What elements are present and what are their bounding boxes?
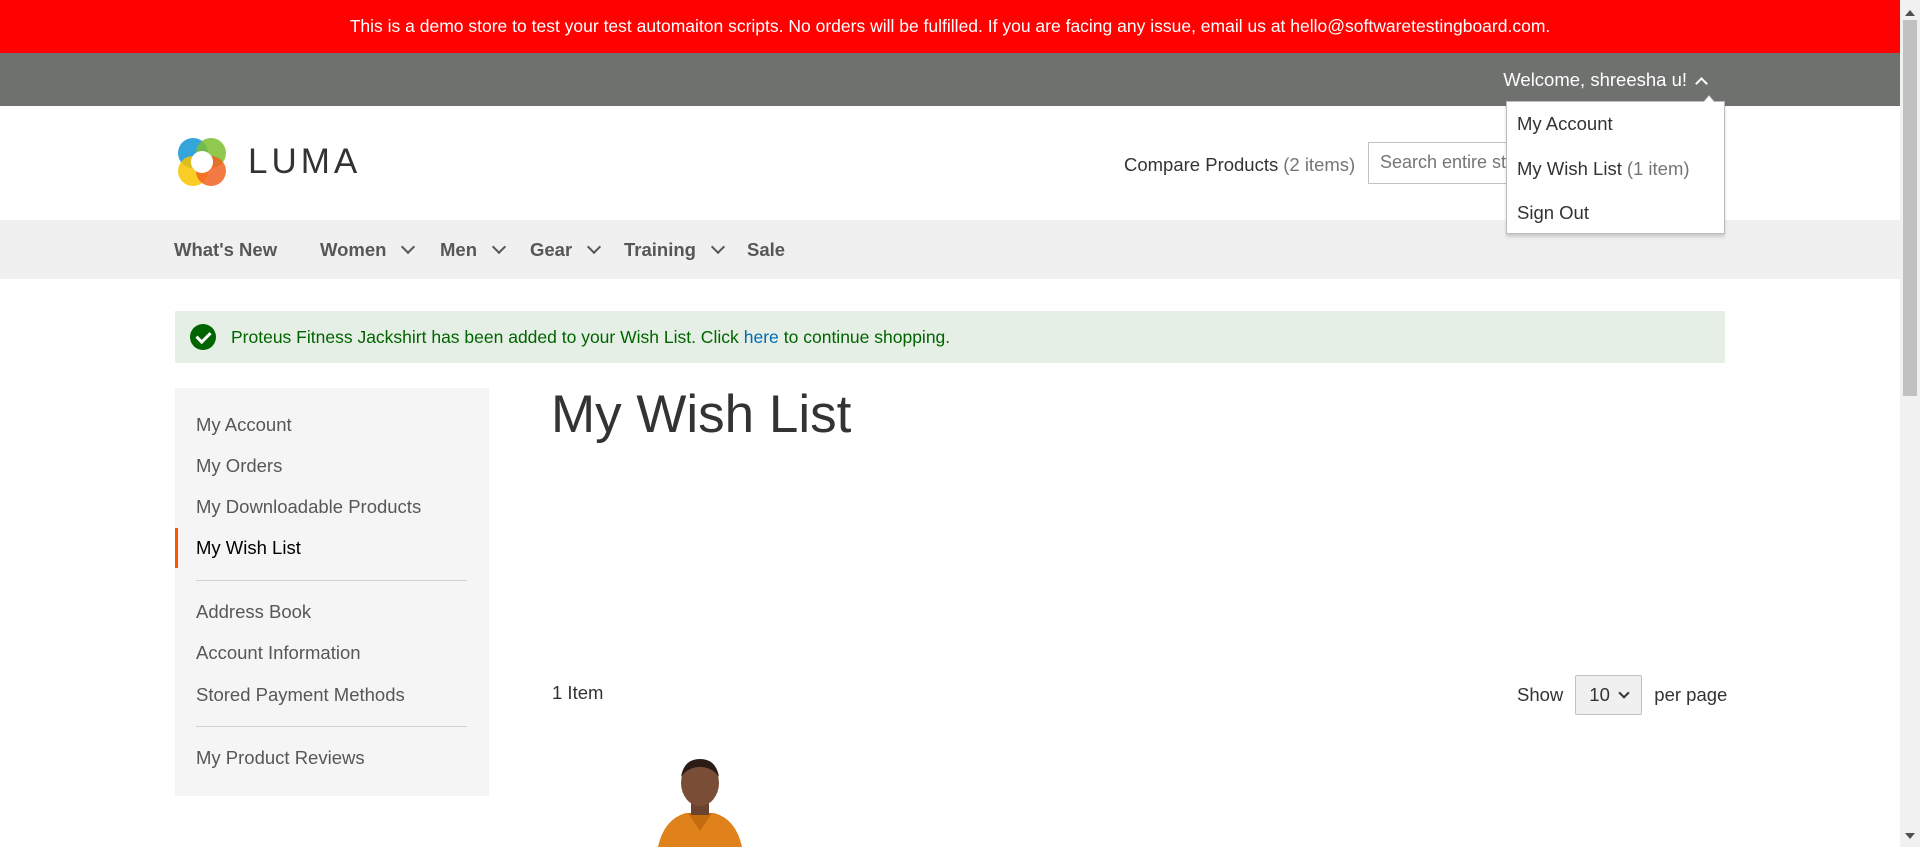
limiter-show-label: Show <box>1517 684 1564 705</box>
sidebar-item-label: My Downloadable Products <box>196 496 422 517</box>
chevron-down-icon <box>710 239 726 255</box>
nav-label: Sale <box>747 238 786 260</box>
message-text-end: to continue shopping. <box>783 326 951 347</box>
toolbar-item-count: 1 Item <box>552 682 604 703</box>
nav-men[interactable]: Men <box>440 220 507 279</box>
sidebar-item-account-information[interactable]: Account Information <box>175 633 489 673</box>
nav-label: Women <box>320 238 387 260</box>
scrollbar-thumb[interactable] <box>1903 20 1917 396</box>
nav-training[interactable]: Training <box>624 220 726 279</box>
sidebar-item-my-account[interactable]: My Account <box>175 405 489 445</box>
nav-label: What's New <box>174 238 278 260</box>
sidebar-item-label: Account Information <box>196 642 361 663</box>
continue-shopping-link[interactable]: here <box>744 327 779 348</box>
vertical-scrollbar[interactable] <box>1900 0 1920 847</box>
dropdown-my-wish-list[interactable]: My Wish List (1 item) <box>1507 147 1724 192</box>
chevron-down-icon <box>491 239 507 255</box>
account-dropdown: My Account My Wish List (1 item) Sign Out <box>1506 95 1725 236</box>
account-sidebar: My Account My Orders My Downloadable Pro… <box>175 388 489 796</box>
sidebar-item-label: My Orders <box>196 455 283 476</box>
chevron-down-icon <box>401 239 416 255</box>
dropdown-my-account[interactable]: My Account <box>1507 102 1724 147</box>
dropdown-label: My Account <box>1517 113 1613 135</box>
message-text: Proteus Fitness Jackshirt has been added… <box>231 326 739 347</box>
dropdown-label: My Wish List <box>1517 157 1622 179</box>
welcome-text: Welcome, shreesha u! <box>1503 68 1687 90</box>
sidebar-item-address-book[interactable]: Address Book <box>175 592 489 632</box>
chevron-up-icon <box>1695 76 1708 90</box>
scroll-down-arrow-icon[interactable] <box>1905 833 1915 844</box>
compare-label: Compare Products <box>1124 154 1279 175</box>
sidebar-item-stored-payment-methods[interactable]: Stored Payment Methods <box>175 675 489 715</box>
dropdown-label: Sign Out <box>1517 202 1589 224</box>
page-title: My Wish List <box>551 385 852 444</box>
sidebar-item-label: My Wish List <box>196 537 301 558</box>
panel-header: Welcome, shreesha u! <box>0 53 1900 106</box>
sidebar-item-label: My Account <box>196 414 292 435</box>
sidebar-divider <box>196 580 467 581</box>
sidebar-item-product-reviews[interactable]: My Product Reviews <box>175 738 489 778</box>
nav-whats-new[interactable]: What's New <box>174 220 277 279</box>
sidebar-item-label: Stored Payment Methods <box>196 684 405 705</box>
success-message: Proteus Fitness Jackshirt has been added… <box>175 311 1725 363</box>
limiter-value: 10 <box>1589 684 1610 705</box>
sidebar-item-label: My Product Reviews <box>196 747 365 768</box>
nav-gear[interactable]: Gear <box>530 220 602 279</box>
limiter-select[interactable]: 10 <box>1575 675 1643 715</box>
limiter-per-page-label: per page <box>1654 684 1728 705</box>
wishlist-counter: (1 item) <box>1626 157 1690 179</box>
compare-counter: (2 items) <box>1283 154 1356 175</box>
sidebar-item-my-orders[interactable]: My Orders <box>175 446 489 486</box>
demo-notice-text: This is a demo store to test your test a… <box>349 16 1551 36</box>
demo-notice-bar: This is a demo store to test your test a… <box>0 0 1900 53</box>
chevron-down-icon <box>587 239 602 255</box>
nav-label: Training <box>624 238 696 260</box>
compare-products-link[interactable]: Compare Products (2 items) <box>1124 154 1355 176</box>
luma-logo-icon <box>178 138 226 186</box>
logo-link[interactable]: LUMA <box>174 134 361 190</box>
sidebar-item-my-wish-list: My Wish List <box>175 528 489 568</box>
scroll-up-arrow-icon[interactable] <box>1905 5 1915 16</box>
success-check-icon <box>190 324 216 350</box>
customer-welcome-toggle[interactable]: Welcome, shreesha u! <box>1503 53 1708 106</box>
nav-label: Gear <box>530 238 573 260</box>
nav-label: Men <box>440 238 477 260</box>
sidebar-item-label: Address Book <box>196 601 312 622</box>
dropdown-sign-out[interactable]: Sign Out <box>1507 191 1724 236</box>
product-image[interactable] <box>650 757 750 847</box>
sidebar-divider <box>196 726 467 727</box>
chevron-down-icon <box>1618 687 1630 699</box>
sidebar-item-downloadable-products[interactable]: My Downloadable Products <box>175 487 489 527</box>
logo-text: LUMA <box>248 142 362 181</box>
toolbar-limiter: Show 10 per page <box>1517 675 1727 715</box>
nav-women[interactable]: Women <box>320 220 416 279</box>
nav-sale[interactable]: Sale <box>747 220 785 279</box>
